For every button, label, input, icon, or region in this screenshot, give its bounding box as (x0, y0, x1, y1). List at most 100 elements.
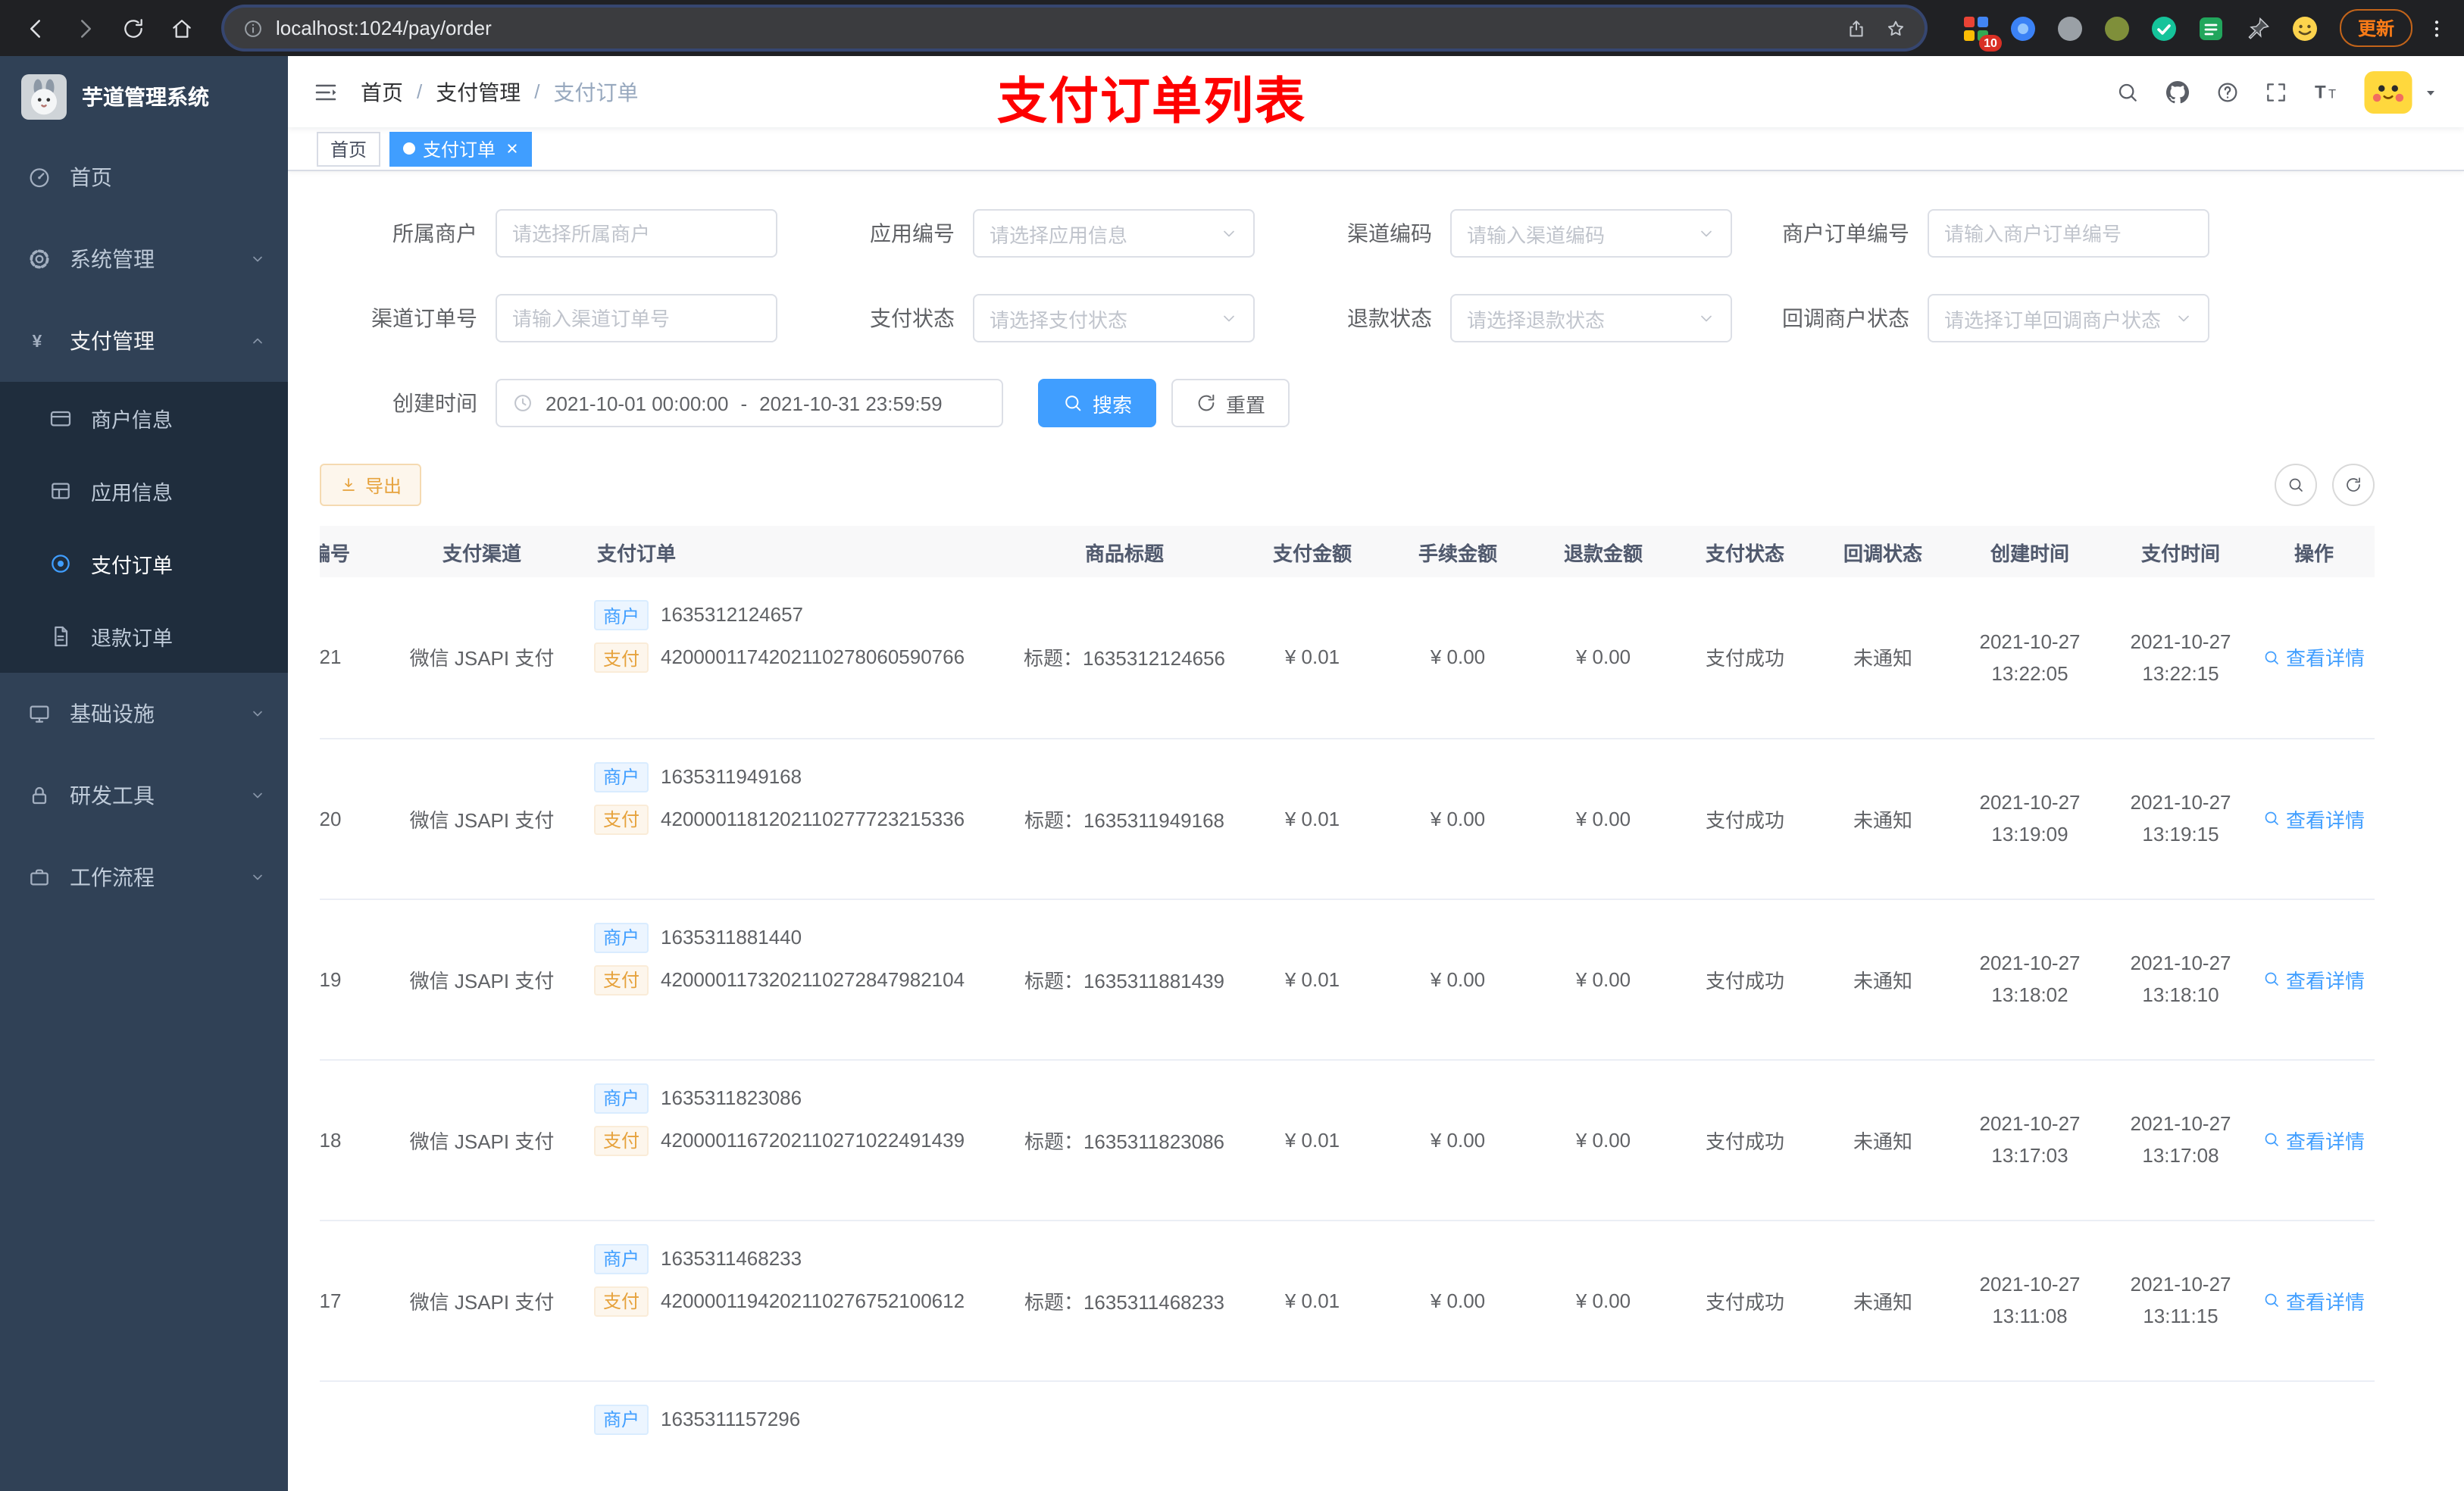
notify-status-select[interactable]: 请选择订单回调商户状态 (1928, 294, 2209, 342)
browser-menu-kebab-icon[interactable] (2425, 16, 2449, 40)
cell-status (1676, 1380, 1814, 1491)
merchant-input[interactable] (496, 209, 777, 258)
browser-home-button[interactable] (161, 7, 203, 49)
app-no-select[interactable]: 请选择应用信息 (973, 209, 1255, 258)
browser-toolbar: localhost:1024/pay/order 10 更新 (0, 0, 2464, 56)
merchant-order-no: 1635311949168 (661, 764, 802, 787)
cell-pay-order: 商户 1635311823086 支付 4200001167202110271022… (585, 1059, 1009, 1221)
sidebar-item-system[interactable]: 系统管理 (0, 218, 288, 300)
cell-pay-time: 2021-10-27 13:22:15 (2108, 577, 2253, 739)
table-mini-actions (2275, 464, 2375, 506)
close-icon[interactable] (506, 142, 518, 155)
fullscreen-icon[interactable] (2264, 80, 2288, 104)
filter-app-no: 应用编号 请选择应用信息 (797, 209, 1255, 258)
search-icon[interactable] (2115, 80, 2140, 104)
channel-code-select[interactable]: 请输入渠道编码 (1450, 209, 1732, 258)
extension-book-icon[interactable] (2194, 11, 2228, 45)
cell-actions: 查看详情 (2253, 899, 2375, 1060)
sidebar-item-merchant-info[interactable]: 商户信息 (0, 382, 288, 455)
select-placeholder: 请选择支付状态 (990, 308, 1128, 331)
cell-notify: 未通知 (1814, 899, 1952, 1060)
view-detail-link[interactable]: 查看详情 (2263, 643, 2365, 672)
table-row: 18 微信 JSAPI 支付 商户 1635311823086 支付 4200001… (320, 1059, 2375, 1221)
cell-fee (1385, 1380, 1531, 1491)
browser-forward-button[interactable] (64, 7, 106, 49)
sidebar-item-app-info[interactable]: 应用信息 (0, 455, 288, 527)
cell-title: 标题：1635311881439 (1009, 899, 1240, 1060)
merchant-tag: 商户 (594, 1243, 649, 1274)
filter-label: 渠道编码 (1347, 221, 1432, 245)
bookmark-star-icon[interactable] (1885, 17, 1906, 39)
credit-card-icon (48, 406, 73, 430)
cell-id: 21 (320, 577, 379, 739)
merchant-tag: 商户 (594, 1404, 649, 1434)
breadcrumb-payment[interactable]: 支付管理 (436, 77, 521, 107)
font-size-icon[interactable]: TT (2312, 78, 2340, 105)
site-info-icon[interactable] (242, 17, 264, 39)
view-detail-link[interactable]: 查看详情 (2263, 964, 2365, 993)
browser-reload-button[interactable] (112, 7, 155, 49)
sidebar-item-home[interactable]: 首页 (0, 136, 288, 218)
extension-grey-icon[interactable] (2053, 11, 2087, 45)
tab-pay-order[interactable]: 支付订单 (389, 131, 533, 166)
cell-actions (2253, 1380, 2375, 1491)
channel-transaction-no: 4200001174202110278060590766 (661, 645, 965, 668)
extension-olive-icon[interactable] (2100, 11, 2134, 45)
table-grid-icon (48, 479, 73, 503)
cell-amount (1240, 1380, 1385, 1491)
extensions-grid-icon[interactable]: 10 (1959, 11, 2002, 51)
chevron-down-icon (1220, 309, 1238, 327)
document-icon (48, 624, 73, 649)
cell-fee: ¥ 0.00 (1385, 899, 1531, 1060)
sidebar-item-payment[interactable]: ¥ 支付管理 (0, 300, 288, 382)
sidebar-item-workflow[interactable]: 工作流程 (0, 836, 288, 918)
sidebar-item-refund-order[interactable]: 退款订单 (0, 600, 288, 673)
extension-blue-icon[interactable] (2006, 11, 2040, 45)
app-logo[interactable]: 芋道管理系统 (0, 56, 288, 136)
extension-emoji-icon[interactable] (2288, 11, 2322, 45)
svg-text:T: T (2328, 87, 2336, 101)
browser-update-button[interactable]: 更新 (2339, 9, 2412, 47)
cell-pay-order: 商户 1635311468233 支付 4200001194202110276752… (585, 1220, 1009, 1381)
sidebar-item-dev-tools[interactable]: 研发工具 (0, 755, 288, 836)
create-time-range-picker[interactable]: 2021-10-01 00:00:00 - 2021-10-31 23:59:5… (496, 379, 1003, 427)
reset-button[interactable]: 重置 (1171, 379, 1290, 427)
merchant-tag: 商户 (594, 761, 649, 792)
refresh-table-button[interactable] (2332, 464, 2375, 506)
cell-actions: 查看详情 (2253, 738, 2375, 899)
sidebar-item-infra[interactable]: 基础设施 (0, 673, 288, 755)
filter-channel-code: 渠道编码 请输入渠道编码 (1274, 209, 1732, 258)
sidebar: 芋道管理系统 首页 系统管理 ¥ 支付管理 商户信息 应用信息 支付订单 退款订… (0, 56, 288, 1491)
extension-pin-icon[interactable] (2241, 11, 2275, 45)
sidebar-toggle-icon[interactable] (312, 78, 339, 105)
cell-status: 支付成功 (1676, 1059, 1814, 1221)
toggle-search-button[interactable] (2275, 464, 2317, 506)
cell-create-time: 2021-10-27 13:22:05 (1952, 577, 2108, 739)
merchant-order-no-input[interactable] (1928, 209, 2209, 258)
breadcrumb: 首页 / 支付管理 / 支付订单 (361, 77, 639, 107)
channel-order-no-input[interactable] (496, 294, 777, 342)
cell-refund: ¥ 0.00 (1531, 738, 1676, 899)
search-button[interactable]: 搜索 (1038, 379, 1157, 427)
cell-channel: 微信 JSAPI 支付 (379, 899, 585, 1060)
share-icon[interactable] (1846, 17, 1867, 39)
address-bar[interactable]: localhost:1024/pay/order (224, 8, 1925, 48)
header-id: 编号 (320, 526, 379, 577)
refund-status-select[interactable]: 请选择退款状态 (1450, 294, 1732, 342)
sidebar-item-label: 支付管理 (70, 329, 155, 353)
chevron-down-icon (1697, 309, 1715, 327)
extension-check-icon[interactable] (2147, 11, 2181, 45)
pay-status-select[interactable]: 请选择支付状态 (973, 294, 1255, 342)
breadcrumb-home[interactable]: 首页 (361, 77, 403, 107)
view-detail-link[interactable]: 查看详情 (2263, 804, 2365, 833)
help-icon[interactable] (2215, 80, 2240, 104)
view-detail-link[interactable]: 查看详情 (2263, 1125, 2365, 1154)
user-menu[interactable] (2364, 70, 2440, 113)
browser-back-button[interactable] (15, 7, 58, 49)
github-icon[interactable] (2164, 78, 2191, 105)
sidebar-item-pay-order[interactable]: 支付订单 (0, 527, 288, 600)
export-button[interactable]: 导出 (320, 464, 422, 506)
view-detail-link[interactable]: 查看详情 (2263, 1286, 2365, 1314)
tab-home[interactable]: 首页 (317, 131, 381, 166)
cell-refund: ¥ 0.00 (1531, 1059, 1676, 1221)
